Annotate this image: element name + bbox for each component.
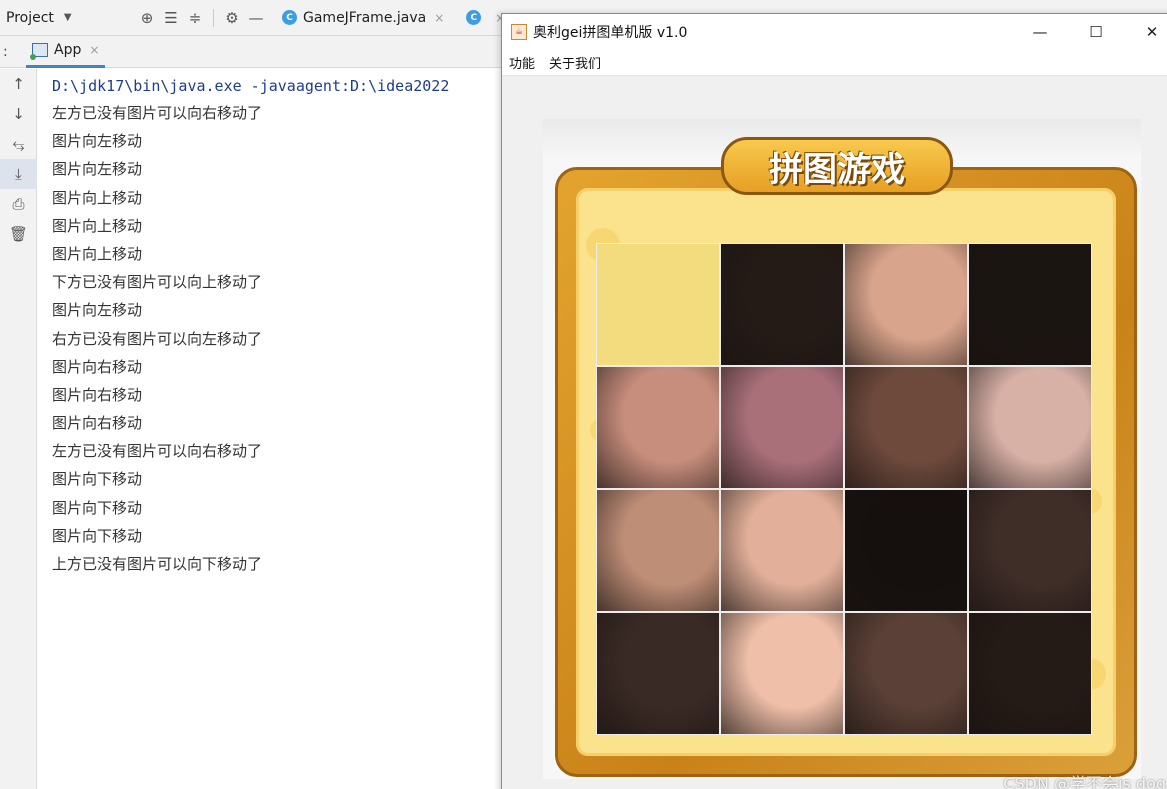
console-line: 图片向上移动	[52, 244, 143, 263]
close-icon[interactable]: ×	[89, 43, 99, 57]
puzzle-tile[interactable]	[720, 366, 844, 489]
console-line: 图片向下移动	[52, 526, 143, 545]
puzzle-tile[interactable]	[968, 366, 1092, 489]
puzzle-tile-empty[interactable]	[596, 243, 720, 366]
minimize-button[interactable]: —	[1012, 23, 1068, 41]
run-toolbar: : App ×	[0, 36, 510, 68]
expand-all-icon[interactable]: ☰	[159, 9, 183, 27]
console-lines: 左方已没有图片可以向右移动了 图片向左移动 图片向左移动 图片向上移动 图片向上…	[52, 99, 508, 578]
window-title-bar[interactable]: ☕ 奥利gei拼图单机版 v1.0 — ☐ ✕	[502, 14, 1167, 50]
puzzle-tile[interactable]	[844, 366, 968, 489]
menu-bar: 功能 关于我们	[502, 50, 1167, 76]
console-line: 图片向下移动	[52, 470, 143, 489]
scroll-to-end-icon[interactable]: ⤓	[0, 159, 37, 189]
print-icon[interactable]: ⎙	[0, 189, 37, 219]
close-icon[interactable]: ×	[434, 11, 444, 25]
console-line: 下方已没有图片可以向上移动了	[52, 273, 263, 292]
run-tab-label: App	[54, 42, 82, 58]
trash-icon[interactable]: 🗑	[0, 219, 37, 249]
run-side-toolbar: ↑ ↓ ⥃ ⤓ ⎙ 🗑	[0, 69, 37, 789]
csdn-watermark: CSDN @学不会is dog	[1003, 774, 1166, 789]
console-line: 图片向右移动	[52, 357, 143, 376]
console-output[interactable]: D:\jdk17\bin\java.exe -javaagent:D:\idea…	[38, 69, 508, 789]
menu-about-us[interactable]: 关于我们	[542, 53, 608, 72]
console-line: 图片向右移动	[52, 385, 143, 404]
soft-wrap-icon[interactable]: ⥃	[0, 129, 37, 159]
minimize-icon[interactable]: —	[244, 9, 268, 27]
project-dropdown[interactable]: Project ▼	[0, 10, 135, 26]
console-line: 图片向下移动	[52, 498, 143, 517]
java-icon: ☕	[511, 24, 527, 40]
puzzle-tile[interactable]	[720, 489, 844, 612]
locate-icon[interactable]: ⊕	[135, 9, 159, 27]
puzzle-tile[interactable]	[596, 489, 720, 612]
menu-function[interactable]: 功能	[502, 53, 542, 72]
close-button[interactable]: ✕	[1124, 23, 1167, 41]
puzzle-tile[interactable]	[968, 243, 1092, 366]
puzzle-tile[interactable]	[844, 489, 968, 612]
console-line: 图片向上移动	[52, 188, 143, 207]
toolbar-divider	[213, 8, 214, 27]
puzzle-tile[interactable]	[596, 612, 720, 735]
puzzle-tile[interactable]	[844, 612, 968, 735]
application-icon	[30, 43, 48, 60]
console-line: 图片向右移动	[52, 414, 143, 433]
window-title: 奥利gei拼图单机版 v1.0	[533, 25, 688, 41]
puzzle-board[interactable]	[596, 243, 1092, 735]
run-prefix: :	[3, 43, 8, 60]
console-line: 左方已没有图片可以向右移动了	[52, 442, 263, 461]
project-label: Project	[6, 9, 54, 26]
puzzle-tile[interactable]	[968, 612, 1092, 735]
maximize-button[interactable]: ☐	[1068, 23, 1124, 41]
console-line: 图片向左移动	[52, 160, 143, 179]
console-line: 左方已没有图片可以向右移动了	[52, 104, 263, 122]
puzzle-game-window: ☕ 奥利gei拼图单机版 v1.0 — ☐ ✕ 功能 关于我们 拼图游戏 CSD…	[501, 13, 1167, 789]
class-icon: C	[282, 10, 297, 25]
puzzle-tile[interactable]	[720, 243, 844, 366]
collapse-all-icon[interactable]: ≑	[183, 9, 207, 27]
console-line: 图片向左移动	[52, 301, 143, 320]
tab-label: GameJFrame.java	[303, 9, 427, 26]
console-line: 图片向左移动	[52, 132, 143, 151]
arrow-up-icon[interactable]: ↑	[0, 69, 37, 99]
console-line: 上方已没有图片可以向下移动了	[52, 555, 263, 573]
class-icon: C	[466, 10, 482, 25]
puzzle-tile[interactable]	[844, 243, 968, 366]
tab-run-app[interactable]: App ×	[26, 36, 106, 68]
puzzle-tile[interactable]	[968, 489, 1092, 612]
puzzle-tile[interactable]	[596, 366, 720, 489]
console-line: 图片向上移动	[52, 216, 143, 235]
tab-gamejframe[interactable]: C GameJFrame.java ×	[274, 0, 452, 36]
arrow-down-icon[interactable]: ↓	[0, 99, 37, 129]
chevron-down-icon: ▼	[63, 12, 72, 23]
gear-icon[interactable]: ⚙	[220, 9, 244, 27]
game-banner: 拼图游戏	[721, 137, 953, 195]
console-command: D:\jdk17\bin\java.exe -javaagent:D:\idea…	[52, 77, 450, 95]
puzzle-tile[interactable]	[720, 612, 844, 735]
console-line: 右方已没有图片可以向左移动了	[52, 329, 263, 348]
